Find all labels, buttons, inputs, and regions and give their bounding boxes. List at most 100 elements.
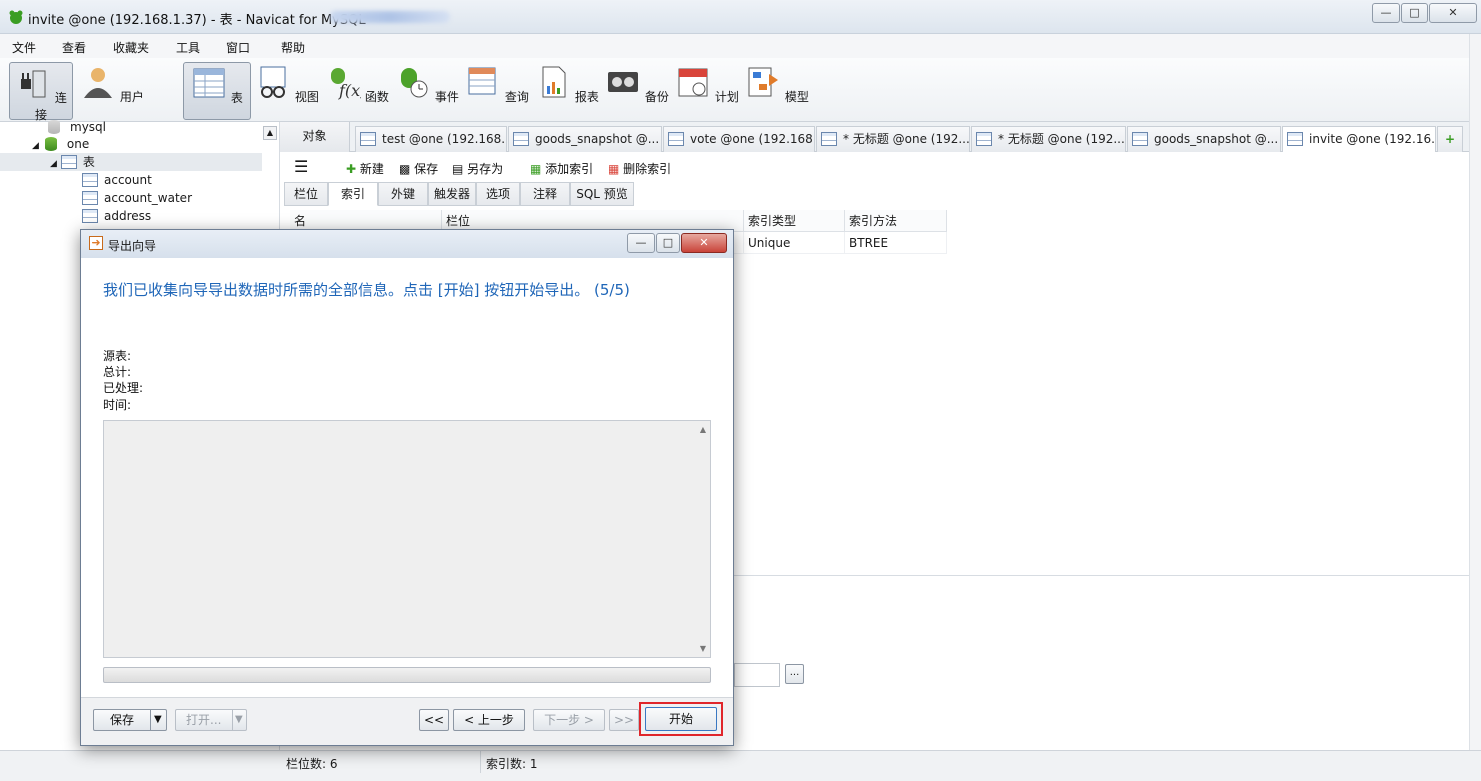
tree-node-one[interactable]: ◢ one [32, 135, 89, 153]
design-table-icon [1132, 132, 1148, 146]
dialog-footer: 保存 ▼ 打开... ▼ << < 上一步 下一步 > >> 开始 [81, 697, 733, 745]
tree-item-table[interactable]: address [82, 207, 151, 225]
navicat-logo-icon [9, 10, 23, 24]
menu-hamburger-icon[interactable]: ☰ [294, 157, 308, 176]
dialog-close-button[interactable]: ✕ [681, 233, 727, 253]
doc-tab-label: * 无标题 @one (192.... [843, 132, 970, 146]
report-button[interactable]: 报表 [535, 62, 599, 120]
expand-arrow-icon[interactable]: ◢ [50, 159, 57, 169]
new-tab-button[interactable]: + [1437, 126, 1463, 152]
tab-comment[interactable]: 注释 [520, 182, 570, 206]
event-clock-icon [401, 68, 428, 98]
export-progress-bar [103, 667, 711, 683]
connect-button[interactable]: 连接 [9, 62, 73, 122]
log-output-box[interactable]: ▲ ▼ [103, 420, 711, 658]
save-as-button[interactable]: ▤ 另存为 [452, 160, 503, 177]
detail-input-field[interactable] [734, 663, 780, 687]
model-button[interactable]: 模型 [745, 62, 809, 120]
start-export-button[interactable]: 开始 [645, 707, 717, 731]
first-step-button[interactable]: << [419, 709, 449, 731]
tree-node-mysql[interactable]: mysql [48, 118, 106, 136]
last-step-button[interactable]: >> [609, 709, 639, 731]
tab-objects[interactable]: 对象 [280, 122, 350, 152]
column-header-index-method[interactable]: 索引方法 [845, 210, 947, 232]
tree-node-tables[interactable]: ◢ 表 [0, 153, 262, 171]
table-icon [668, 132, 684, 146]
tab-sql-preview[interactable]: SQL 预览 [570, 182, 634, 206]
menu-tools[interactable]: 工具 [176, 39, 200, 56]
tab-foreign-keys[interactable]: 外键 [378, 182, 428, 206]
prev-step-button[interactable]: < 上一步 [453, 709, 525, 731]
tree-node-label: mysql [70, 120, 106, 134]
add-index-button[interactable]: ▦ 添加索引 [530, 160, 593, 177]
view-button[interactable]: 视图 [255, 62, 319, 120]
event-label: 事件 [434, 90, 459, 104]
doc-tab[interactable]: * 无标题 @one (192.... [816, 126, 970, 152]
next-step-button[interactable]: 下一步 > [533, 709, 605, 731]
dropdown-arrow-icon[interactable]: ▼ [154, 710, 162, 730]
table-row-type-cell[interactable]: Unique [744, 232, 845, 254]
doc-tab-active[interactable]: invite @one (192.16... [1282, 126, 1436, 152]
delete-index-button[interactable]: ▦ 删除索引 [608, 160, 671, 177]
doc-tab[interactable]: vote @one (192.168.... [663, 126, 815, 152]
doc-tab[interactable]: goods_snapshot @... [508, 126, 662, 152]
minimize-button[interactable]: — [1372, 3, 1400, 23]
tree-item-table[interactable]: account [82, 171, 152, 189]
column-header-index-type[interactable]: 索引类型 [744, 210, 845, 232]
user-icon [84, 68, 113, 98]
menu-view[interactable]: 查看 [62, 39, 86, 56]
query-icon [821, 132, 837, 146]
tab-fields[interactable]: 栏位 [284, 182, 328, 206]
query-label: 查询 [504, 90, 529, 104]
delete-index-icon: ▦ [608, 162, 620, 176]
table-group-icon [60, 155, 77, 169]
close-button[interactable]: ✕ [1429, 3, 1477, 23]
split-divider [150, 710, 151, 730]
menu-file[interactable]: 文件 [12, 39, 36, 56]
scroll-down-arrow-icon[interactable]: ▼ [700, 644, 706, 653]
menu-favorites[interactable]: 收藏夹 [113, 39, 149, 56]
dialog-minimize-button[interactable]: — [627, 233, 655, 253]
dropdown-arrow-icon[interactable]: ▼ [235, 710, 243, 730]
tree-scroll-up-button[interactable]: ▲ [263, 126, 277, 140]
menu-help[interactable]: 帮助 [281, 39, 305, 56]
doc-tab[interactable]: goods_snapshot @... [1127, 126, 1281, 152]
scroll-up-arrow-icon[interactable]: ▲ [700, 425, 706, 434]
save-button[interactable]: ▩ 保存 [399, 160, 438, 177]
main-scrollbar[interactable] [1469, 34, 1481, 750]
doc-tab[interactable]: test @one (192.168.... [355, 126, 507, 152]
table-row-method-cell[interactable]: BTREE [845, 232, 947, 254]
database-icon [44, 137, 57, 151]
tab-options[interactable]: 选项 [476, 182, 520, 206]
save-profile-button[interactable]: 保存 ▼ [93, 709, 167, 731]
function-button[interactable]: f(x) 函数 [325, 62, 389, 120]
open-profile-button[interactable]: 打开... ▼ [175, 709, 247, 731]
view-label: 视图 [294, 90, 319, 104]
tab-indexes[interactable]: 索引 [328, 182, 378, 206]
expand-arrow-icon[interactable]: ◢ [32, 141, 39, 151]
function-label: 函数 [364, 90, 389, 104]
browse-ellipsis-button[interactable]: ... [785, 664, 804, 684]
tab-triggers[interactable]: 触发器 [428, 182, 476, 206]
add-icon: ✚ [346, 162, 357, 176]
menu-window[interactable]: 窗口 [226, 39, 250, 56]
event-button[interactable]: 事件 [395, 62, 459, 120]
save-disk-icon: ▩ [399, 162, 411, 176]
query-icon [468, 67, 496, 95]
dialog-maximize-button[interactable]: □ [656, 233, 680, 253]
tree-item-table[interactable]: account_water [82, 189, 192, 207]
title-bar: invite @one (192.168.1.37) - 表 - Navicat… [0, 0, 1481, 34]
new-button[interactable]: ✚ 新建 [346, 160, 384, 177]
doc-tab[interactable]: * 无标题 @one (192.... [971, 126, 1126, 152]
total-label: 总计: [103, 365, 132, 379]
table-button[interactable]: 表 [183, 62, 251, 120]
user-button[interactable]: 用户 [80, 62, 144, 120]
tree-node-label: 表 [82, 155, 95, 169]
dialog-title: 导出向导 [108, 239, 157, 253]
save-as-icon: ▤ [452, 162, 464, 176]
schedule-button[interactable]: 计划 [675, 62, 739, 120]
main-toolbar: 连接 用户 表 视图 f(x) 函数 事件 查询 报表 备份 计划 模型 [0, 58, 1481, 122]
maximize-button[interactable]: □ [1401, 3, 1428, 23]
query-button[interactable]: 查询 [465, 62, 529, 120]
backup-button[interactable]: 备份 [605, 62, 669, 120]
